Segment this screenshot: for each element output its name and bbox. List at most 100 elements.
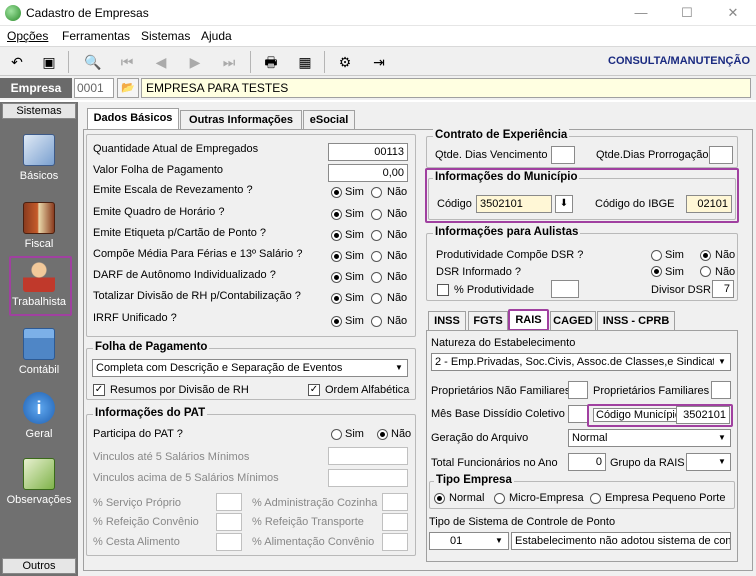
sidebar-item-basicos[interactable]: Básicos bbox=[0, 134, 78, 182]
subtab-inss-cprb[interactable]: INSS - CPRB bbox=[597, 311, 675, 331]
tab-esocial[interactable]: eSocial bbox=[303, 110, 355, 130]
sidebar-item-geral[interactable]: i Geral bbox=[0, 392, 78, 440]
rais-geracao-select[interactable]: Normal bbox=[568, 429, 731, 447]
pat-alim-conv-field[interactable] bbox=[382, 533, 408, 551]
municipio-ibge-field[interactable]: 02101 bbox=[686, 195, 732, 213]
exit-icon[interactable]: ⇥ bbox=[368, 51, 390, 73]
sidebar-header[interactable]: Sistemas bbox=[2, 103, 76, 119]
info-icon: i bbox=[23, 392, 55, 424]
chevron-down-icon[interactable]: ▼ bbox=[714, 430, 730, 446]
radio-nao[interactable] bbox=[371, 187, 382, 198]
municipio-lookup-button[interactable]: ⬇ bbox=[555, 195, 573, 213]
radio-nao[interactable] bbox=[700, 250, 711, 261]
rais-prop-f-field[interactable] bbox=[711, 381, 731, 399]
radio-sim[interactable] bbox=[331, 293, 342, 304]
contrato-venc-field[interactable] bbox=[551, 146, 575, 164]
window-title: Cadastro de Empresas bbox=[26, 6, 149, 20]
rais-total-field[interactable]: 0 bbox=[568, 453, 606, 471]
pat-servico-field[interactable] bbox=[216, 493, 242, 511]
valor-folha-field[interactable]: 0,00 bbox=[328, 164, 408, 182]
next-icon[interactable]: ▶ bbox=[184, 51, 206, 73]
radio-sim-label: Sim bbox=[345, 292, 364, 304]
radio-sim[interactable] bbox=[331, 272, 342, 283]
radio-sim[interactable] bbox=[331, 316, 342, 327]
chevron-down-icon[interactable]: ▼ bbox=[391, 360, 407, 376]
contrato-prorrog-field[interactable] bbox=[709, 146, 733, 164]
pat-refeicao-conv-field[interactable] bbox=[216, 513, 242, 531]
sidebar-footer[interactable]: Outros bbox=[2, 558, 76, 574]
first-icon[interactable]: ⏮ bbox=[116, 51, 138, 73]
radio-nao[interactable] bbox=[371, 209, 382, 220]
prev-icon[interactable]: ◀ bbox=[150, 51, 172, 73]
sidebar-item-fiscal[interactable]: Fiscal bbox=[0, 202, 78, 250]
empresa-name-field[interactable]: EMPRESA PARA TESTES bbox=[141, 78, 751, 98]
radio-sim[interactable] bbox=[331, 209, 342, 220]
tab-outras-informacoes[interactable]: Outras Informações bbox=[180, 110, 302, 130]
chevron-down-icon[interactable]: ▼ bbox=[714, 454, 730, 470]
radio-sim[interactable] bbox=[331, 429, 342, 440]
sidebar-item-observacoes[interactable]: Observações bbox=[0, 458, 78, 506]
radio-nao[interactable] bbox=[700, 266, 711, 277]
radio-normal[interactable] bbox=[434, 493, 445, 504]
subtab-caged[interactable]: CAGED bbox=[550, 311, 596, 331]
undo-icon[interactable]: ↶ bbox=[6, 51, 28, 73]
produtividade-checkbox[interactable] bbox=[437, 284, 449, 296]
radio-micro-empresa[interactable] bbox=[494, 493, 505, 504]
pat-ate5-field[interactable] bbox=[328, 447, 408, 465]
tab-dados-basicos[interactable]: Dados Básicos bbox=[87, 108, 179, 130]
search-document-icon[interactable]: 🔍 bbox=[82, 51, 104, 73]
question-label: DARF de Autônomo Individualizado ? bbox=[93, 269, 276, 281]
radio-sim[interactable] bbox=[331, 251, 342, 262]
radio-sim[interactable] bbox=[651, 250, 662, 261]
subtab-fgts[interactable]: FGTS bbox=[468, 311, 508, 331]
radio-nao[interactable] bbox=[377, 429, 388, 440]
subtab-inss[interactable]: INSS bbox=[428, 311, 466, 331]
menu-opcoes[interactable]: Opções bbox=[7, 29, 48, 43]
menu-ajuda[interactable]: Ajuda bbox=[201, 29, 232, 43]
rais-natureza-select[interactable]: 2 - Emp.Privadas, Soc.Civis, Assoc.de Cl… bbox=[431, 353, 731, 371]
settings-icon[interactable]: ⚙ bbox=[334, 51, 356, 73]
rais-ponto-desc-field[interactable]: Estabelecimento não adotou sistema de co… bbox=[511, 532, 731, 550]
aulistas-prod-field[interactable] bbox=[551, 280, 579, 298]
chevron-down-icon[interactable]: ▼ bbox=[491, 533, 507, 549]
pat-refeicao-transp-field[interactable] bbox=[382, 513, 408, 531]
radio-nao[interactable] bbox=[371, 251, 382, 262]
radio-pequeno-porte[interactable] bbox=[590, 493, 601, 504]
menu-sistemas[interactable]: Sistemas bbox=[141, 29, 190, 43]
radio-sim[interactable] bbox=[331, 230, 342, 241]
qtd-empregados-field[interactable]: 00113 bbox=[328, 143, 408, 161]
rais-cod-mun-field[interactable]: 3502101 bbox=[676, 406, 730, 424]
minimize-button[interactable]: — bbox=[618, 0, 664, 26]
save-icon[interactable]: ▣ bbox=[38, 51, 60, 73]
pat-cesta-field[interactable] bbox=[216, 533, 242, 551]
aulistas-divisor-field[interactable]: 7 bbox=[712, 280, 734, 298]
resumos-label: Resumos por Divisão de RH bbox=[110, 384, 249, 396]
radio-sim[interactable] bbox=[331, 187, 342, 198]
resumos-checkbox[interactable]: ✓ bbox=[93, 384, 105, 396]
radio-nao[interactable] bbox=[371, 272, 382, 283]
sidebar-item-trabalhista[interactable]: Trabalhista bbox=[0, 260, 78, 308]
empresa-code-field[interactable]: 0001 bbox=[74, 78, 114, 98]
pat-acima5-field[interactable] bbox=[328, 469, 408, 487]
municipio-codigo-field[interactable]: 3502101 bbox=[476, 195, 552, 213]
folha-select[interactable]: Completa com Descrição e Separação de Ev… bbox=[92, 359, 408, 377]
radio-sim[interactable] bbox=[651, 266, 662, 277]
subtab-rais[interactable]: RAIS bbox=[508, 309, 549, 331]
chevron-down-icon[interactable]: ▼ bbox=[714, 354, 730, 370]
sidebar-item-contabil[interactable]: Contábil bbox=[0, 328, 78, 376]
radio-nao[interactable] bbox=[371, 316, 382, 327]
radio-nao[interactable] bbox=[371, 230, 382, 241]
close-button[interactable]: ✕ bbox=[710, 0, 756, 26]
open-folder-button[interactable]: 📂 bbox=[117, 78, 139, 98]
report-icon[interactable]: ▦ bbox=[294, 51, 316, 73]
last-icon[interactable]: ⏭ bbox=[218, 51, 240, 73]
ordem-checkbox[interactable]: ✓ bbox=[308, 384, 320, 396]
menu-ferramentas[interactable]: Ferramentas bbox=[62, 29, 130, 43]
question-label: Totalizar Divisão de RH p/Contabilização… bbox=[93, 290, 301, 302]
radio-nao[interactable] bbox=[371, 293, 382, 304]
pat-adm-cozinha-field[interactable] bbox=[382, 493, 408, 511]
rais-mes-base-field[interactable] bbox=[568, 405, 588, 423]
maximize-button[interactable]: ☐ bbox=[664, 0, 710, 26]
print-icon[interactable]: 🖶 bbox=[260, 51, 282, 73]
rais-prop-nf-field[interactable] bbox=[568, 381, 588, 399]
